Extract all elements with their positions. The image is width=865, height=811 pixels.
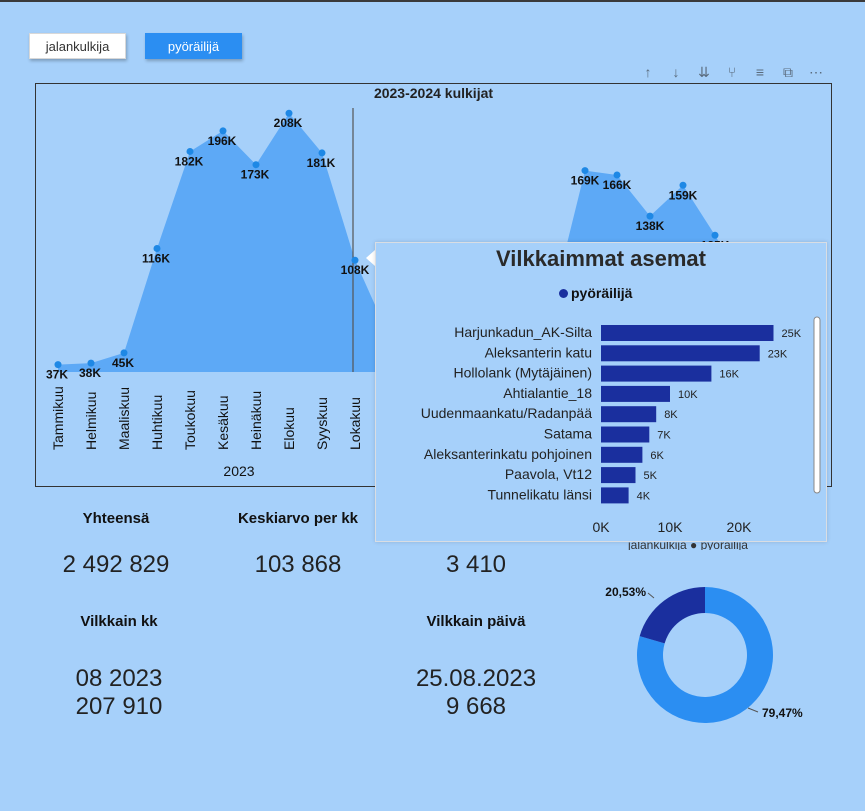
pct-label-walker: 79,47% xyxy=(762,706,803,720)
chart-title: 2023-2024 kulkijat xyxy=(373,85,494,101)
donut-chart[interactable]: 79,47% 20,53% xyxy=(580,560,840,735)
more-options-icon[interactable]: ⋯ xyxy=(802,62,830,82)
slicer-cyclist-button[interactable]: pyöräilijä xyxy=(145,33,242,59)
station-label: Hollolank (Mytäjäinen) xyxy=(453,365,592,381)
pct-label-cyclist: 20,53% xyxy=(605,585,646,599)
focus-mode-icon[interactable]: ⧉ xyxy=(774,62,802,82)
sort-ascending-icon[interactable]: ↑ xyxy=(634,62,662,82)
kpi-busiest-month: 08 2023 xyxy=(75,665,163,692)
expand-all-icon[interactable]: ⇊ xyxy=(690,62,718,82)
station-bar xyxy=(601,446,643,463)
drill-up-icon[interactable]: ⑂ xyxy=(718,62,746,82)
station-bar xyxy=(601,325,774,341)
tooltip-pointer xyxy=(366,250,375,266)
kpi-average-value: 103 868 xyxy=(254,551,342,578)
station-bar xyxy=(601,467,636,484)
station-value-label: 23K xyxy=(768,348,788,360)
x-axis-tick: 20K xyxy=(727,519,753,535)
station-bar-chart: Harjunkadun_AK-Silta 25K Aleksanterin katu… xyxy=(421,316,821,535)
visual-header-toolbar: ↑ ↓ ⇊ ⑂ ≡ ⧉ ⋯ xyxy=(634,62,830,82)
donut-slice-pyöräilijä xyxy=(639,587,705,644)
station-value-label: 25K xyxy=(782,328,802,340)
window-top-border xyxy=(0,0,865,2)
kpi-busiest-month-title: Vilkkain kk xyxy=(80,613,158,630)
station-bar xyxy=(601,385,670,402)
kpi-daily-average-value: 3 410 xyxy=(445,551,507,578)
station-value-label: 6K xyxy=(650,450,664,462)
station-bar xyxy=(601,426,650,443)
station-value-label: 7K xyxy=(657,430,671,442)
station-label: Aleksanterinkatu pohjoinen xyxy=(424,446,592,462)
slicer-walker-button[interactable]: jalankulkija xyxy=(29,33,126,59)
station-label: Paavola, Vt12 xyxy=(505,466,592,482)
x-axis-tick: 0K xyxy=(592,519,610,535)
tooltip-scrollbar xyxy=(813,316,821,494)
station-bar xyxy=(601,365,712,382)
station-bar xyxy=(601,406,657,423)
station-label: Tunnelikatu länsi xyxy=(487,486,592,502)
station-value-label: 4K xyxy=(637,490,651,502)
leader-line xyxy=(647,592,655,599)
station-label: Harjunkadun_AK-Silta xyxy=(454,324,592,340)
station-label: Uudenmaankatu/Radanpää xyxy=(421,405,592,421)
kpi-busiest-month-value: 207 910 xyxy=(75,693,163,720)
sort-descending-icon[interactable]: ↓ xyxy=(662,62,690,82)
leader-line xyxy=(747,707,759,713)
station-label: Ahtialantie_18 xyxy=(503,385,592,401)
filter-icon[interactable]: ≡ xyxy=(746,62,774,82)
x-axis-tick: 10K xyxy=(658,519,684,535)
station-value-label: 8K xyxy=(664,409,678,421)
tooltip-busiest-stations: Vilkkaimmat asemat pyöräilijä Harjunkadu… xyxy=(375,242,827,542)
station-value-label: 5K xyxy=(644,470,658,482)
kpi-total-title: Yhteensä xyxy=(82,510,150,527)
station-bar xyxy=(601,345,760,362)
station-value-label: 10K xyxy=(678,389,698,401)
kpi-busiest-day-value: 9 668 xyxy=(445,693,507,720)
station-bar xyxy=(601,487,629,504)
kpi-total-value: 2 492 829 xyxy=(62,551,170,578)
station-label: Satama xyxy=(544,426,592,442)
station-value-label: 16K xyxy=(719,369,739,381)
station-label: Aleksanterin katu xyxy=(485,344,592,360)
kpi-busiest-day: 25.08.2023 xyxy=(415,665,537,692)
kpi-average-title: Keskiarvo per kk xyxy=(237,510,359,527)
kpi-busiest-day-title: Vilkkain päivä xyxy=(426,613,526,630)
